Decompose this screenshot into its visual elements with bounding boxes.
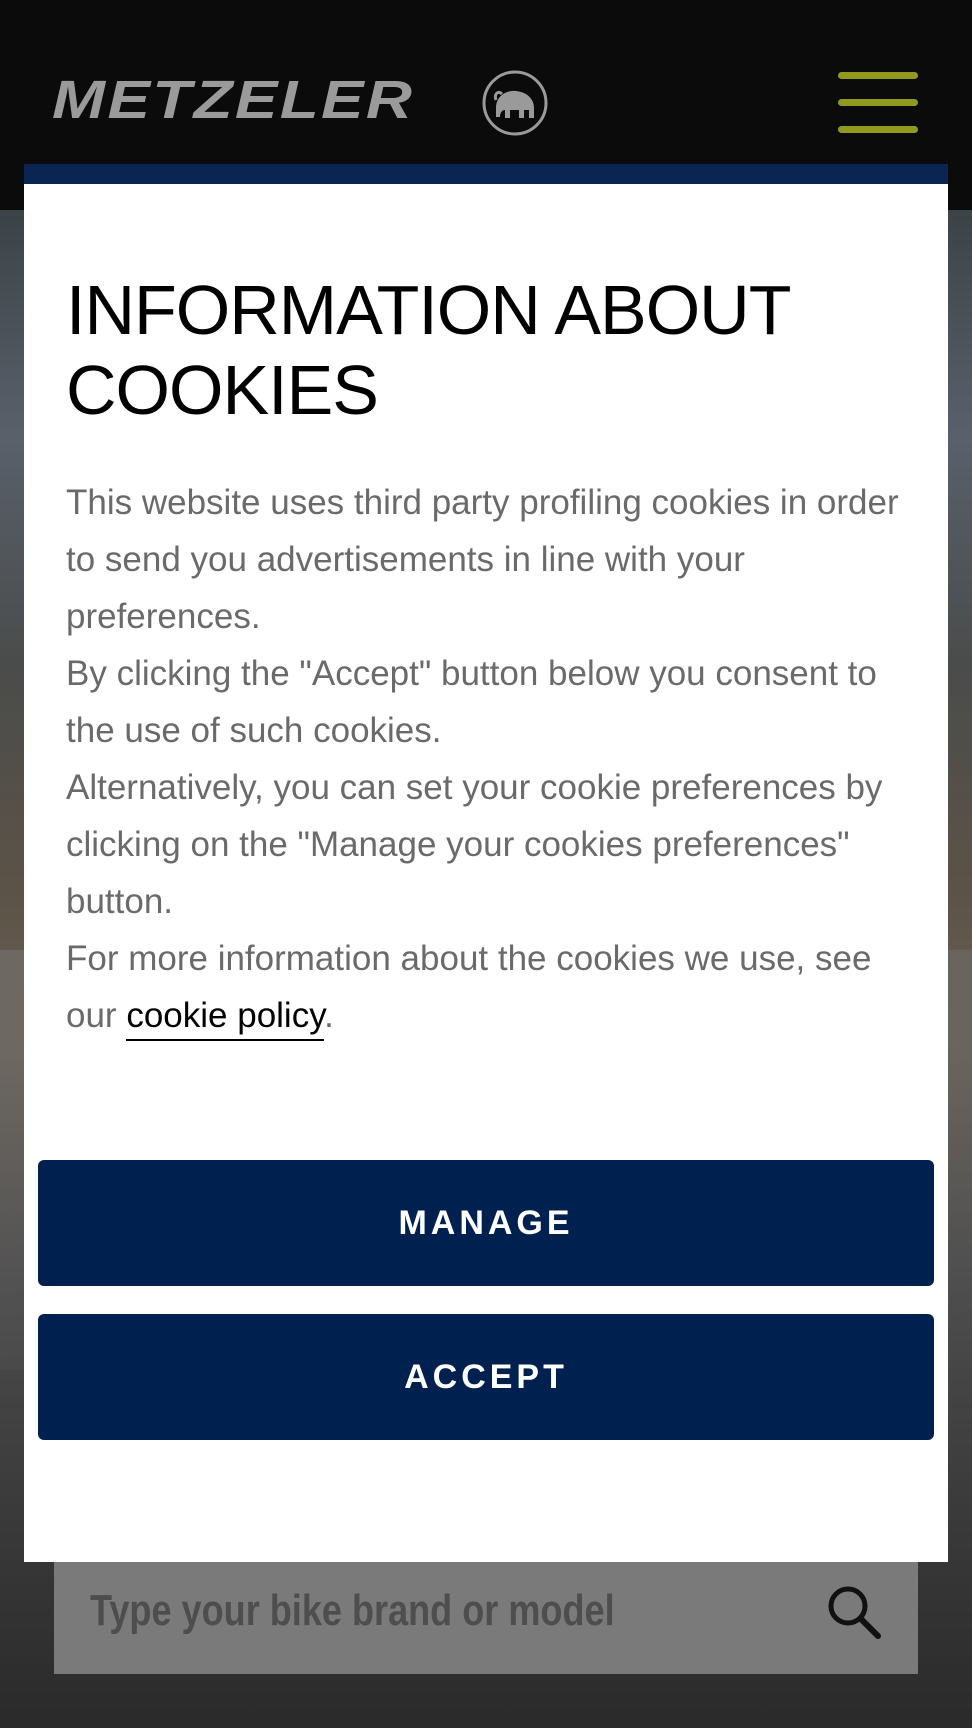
manage-button[interactable]: MANAGE [38,1160,934,1286]
brand-logo-text[interactable]: METZELER [52,70,414,130]
search-icon[interactable] [826,1584,882,1640]
body-paragraph: For more information about the cookies w… [66,930,916,1044]
modal-title: INFORMATION ABOUT COOKIES [66,271,790,429]
cookie-consent-modal: INFORMATION ABOUT COOKIES This website u… [24,164,948,1562]
modal-body: This website uses third party profiling … [66,474,916,1044]
body-text: . [324,996,334,1035]
hamburger-menu-icon[interactable] [838,72,918,138]
accept-button[interactable]: ACCEPT [38,1314,934,1440]
bike-search-bar[interactable]: Type your bike brand or model [54,1548,918,1674]
body-paragraph: Alternatively, you can set your cookie p… [66,768,883,921]
menu-bar [838,126,918,133]
cookie-policy-link[interactable]: cookie policy [126,996,325,1041]
body-paragraph: By clicking the "Accept" button below yo… [66,654,877,750]
body-paragraph: This website uses third party profiling … [66,483,899,636]
elephant-emblem-icon [482,70,548,136]
menu-bar [838,72,918,79]
menu-bar [838,99,918,106]
search-input[interactable]: Type your bike brand or model [90,1548,615,1674]
